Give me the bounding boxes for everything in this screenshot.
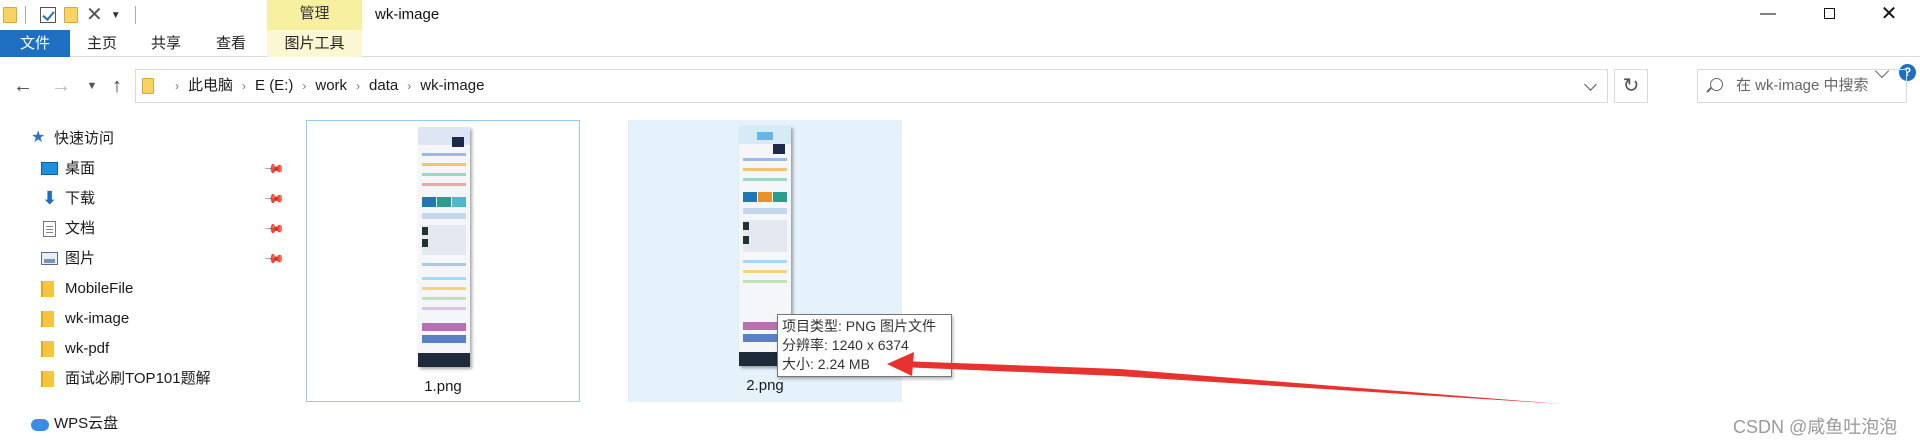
pictures-icon [41, 252, 58, 265]
sidebar-item-wps-cloud[interactable]: WPS云盘 [0, 411, 286, 437]
crumb-drive-e[interactable]: E (E:) [255, 70, 293, 102]
tooltip-type: 项目类型: PNG 图片文件 [782, 318, 937, 334]
restore-icon [1823, 8, 1835, 19]
sidebar-item-label: WPS云盘 [54, 415, 119, 432]
sidebar-item-downloads[interactable]: ⬇ 下载 📌 [0, 186, 286, 212]
sidebar-item-top101[interactable]: 面试必刷TOP101题解 [0, 366, 286, 392]
tab-file[interactable]: 文件 [0, 30, 70, 57]
delete-icon[interactable]: ✕ [86, 5, 103, 25]
tooltip-resolution: 分辨率: 1240 x 6374 [782, 337, 909, 353]
sidebar-item-pictures[interactable]: 图片 📌 [0, 246, 286, 272]
pin-icon[interactable]: 📌 [259, 214, 289, 244]
sidebar-item-label: 图片 [65, 250, 96, 267]
address-bar[interactable]: › 此电脑 › E (E:) › work › data › wk-image [135, 69, 1608, 103]
tab-home[interactable]: 主页 [70, 30, 134, 57]
sidebar-item-quick-access[interactable]: ★ 快速访问 [0, 126, 286, 152]
breadcrumb-chevron-icon[interactable]: › [175, 70, 179, 102]
sidebar-item-label: 桌面 [65, 160, 96, 177]
sidebar-item-label: 下载 [65, 190, 96, 207]
minimize-button[interactable]: — [1745, 0, 1791, 30]
pin-icon[interactable]: 📌 [259, 244, 289, 274]
folder-icon [142, 78, 154, 94]
tab-view[interactable]: 查看 [198, 30, 264, 57]
folder-icon [41, 371, 54, 387]
tab-share[interactable]: 共享 [134, 30, 198, 57]
folder-icon [41, 281, 54, 297]
file-name[interactable]: 2.png [628, 377, 902, 394]
toolbar-separator [134, 6, 136, 24]
new-folder-icon[interactable] [64, 7, 78, 23]
image-thumbnail [418, 127, 470, 367]
tooltip-size: 大小: 2.24 MB [782, 356, 870, 372]
close-button[interactable]: ✕ [1866, 0, 1912, 30]
document-icon [43, 221, 56, 237]
sidebar-item-label: 文档 [65, 220, 96, 237]
window-title: wk-image [375, 6, 440, 23]
breadcrumb-chevron-icon[interactable]: › [407, 70, 411, 102]
crumb-this-pc[interactable]: 此电脑 [188, 70, 233, 102]
quick-access-toolbar: ✕ ▼ [0, 4, 136, 26]
file-info-tooltip: 项目类型: PNG 图片文件 分辨率: 1240 x 6374 大小: 2.24… [777, 314, 952, 377]
pin-icon[interactable]: 📌 [259, 154, 289, 184]
title-bar: ✕ ▼ 管理 wk-image — ✕ [0, 0, 1920, 30]
back-button[interactable]: ← [10, 67, 36, 105]
breadcrumb-chevron-icon[interactable]: › [356, 70, 360, 102]
sidebar-item-label: wk-pdf [65, 340, 110, 357]
ribbon-tabs: 文件 主页 共享 查看 图片工具 ? [0, 30, 1920, 81]
crumb-wk-image[interactable]: wk-image [420, 70, 484, 102]
file-item[interactable]: 1.png [306, 120, 580, 402]
sidebar-item-label: 面试必刷TOP101题解 [65, 370, 211, 387]
sidebar-item-mobilefile[interactable]: MobileFile [0, 276, 286, 302]
sidebar-item-desktop[interactable]: 桌面 📌 [0, 156, 286, 182]
star-icon: ★ [31, 129, 46, 146]
desktop-icon [41, 162, 58, 175]
file-list: 1.png 2.png [296, 105, 1920, 443]
folder-icon [41, 311, 54, 327]
navigation-bar: ← → ▼ ↑ › 此电脑 › E (E:) › work › data › w… [0, 67, 1920, 105]
sidebar-item-wk-pdf[interactable]: wk-pdf [0, 336, 286, 362]
search-box[interactable]: 在 wk-image 中搜索 [1697, 69, 1907, 103]
download-icon: ⬇ [42, 188, 58, 208]
refresh-button[interactable]: ↻ [1614, 69, 1648, 103]
navigation-pane: ★ 快速访问 桌面 📌 ⬇ 下载 📌 文档 📌 图片 📌 MobileFile … [0, 118, 286, 443]
restore-button[interactable] [1806, 0, 1852, 30]
watermark: CSDN @咸鱼吐泡泡 [1733, 417, 1898, 437]
toolbar-separator [25, 6, 26, 24]
folder-icon[interactable] [3, 7, 17, 23]
file-name[interactable]: 1.png [307, 378, 579, 395]
folder-icon [41, 341, 54, 357]
sidebar-item-label: 快速访问 [54, 130, 115, 147]
properties-icon[interactable] [40, 7, 56, 23]
sidebar-item-documents[interactable]: 文档 📌 [0, 216, 286, 242]
cloud-icon [31, 419, 49, 431]
breadcrumb-chevron-icon[interactable]: › [242, 70, 246, 102]
search-placeholder: 在 wk-image 中搜索 [1736, 77, 1869, 94]
sidebar-item-wk-image[interactable]: wk-image [0, 306, 286, 332]
breadcrumb: › 此电脑 › E (E:) › work › data › wk-image [166, 70, 484, 102]
sidebar-item-label: MobileFile [65, 280, 134, 297]
sidebar-item-label: wk-image [65, 310, 130, 327]
manage-context-tab[interactable]: 管理 [267, 0, 362, 30]
tab-picture-tools[interactable]: 图片工具 [267, 30, 362, 57]
crumb-work[interactable]: work [315, 70, 347, 102]
search-icon [1710, 78, 1723, 91]
breadcrumb-chevron-icon[interactable]: › [302, 70, 306, 102]
forward-button[interactable]: → [48, 67, 74, 105]
recent-locations-button[interactable]: ▼ [82, 67, 102, 105]
crumb-data[interactable]: data [369, 70, 398, 102]
address-dropdown-icon[interactable] [1584, 78, 1597, 91]
customize-toolbar-icon[interactable]: ▼ [111, 10, 121, 21]
up-button[interactable]: ↑ [104, 67, 130, 105]
pin-icon[interactable]: 📌 [259, 184, 289, 214]
